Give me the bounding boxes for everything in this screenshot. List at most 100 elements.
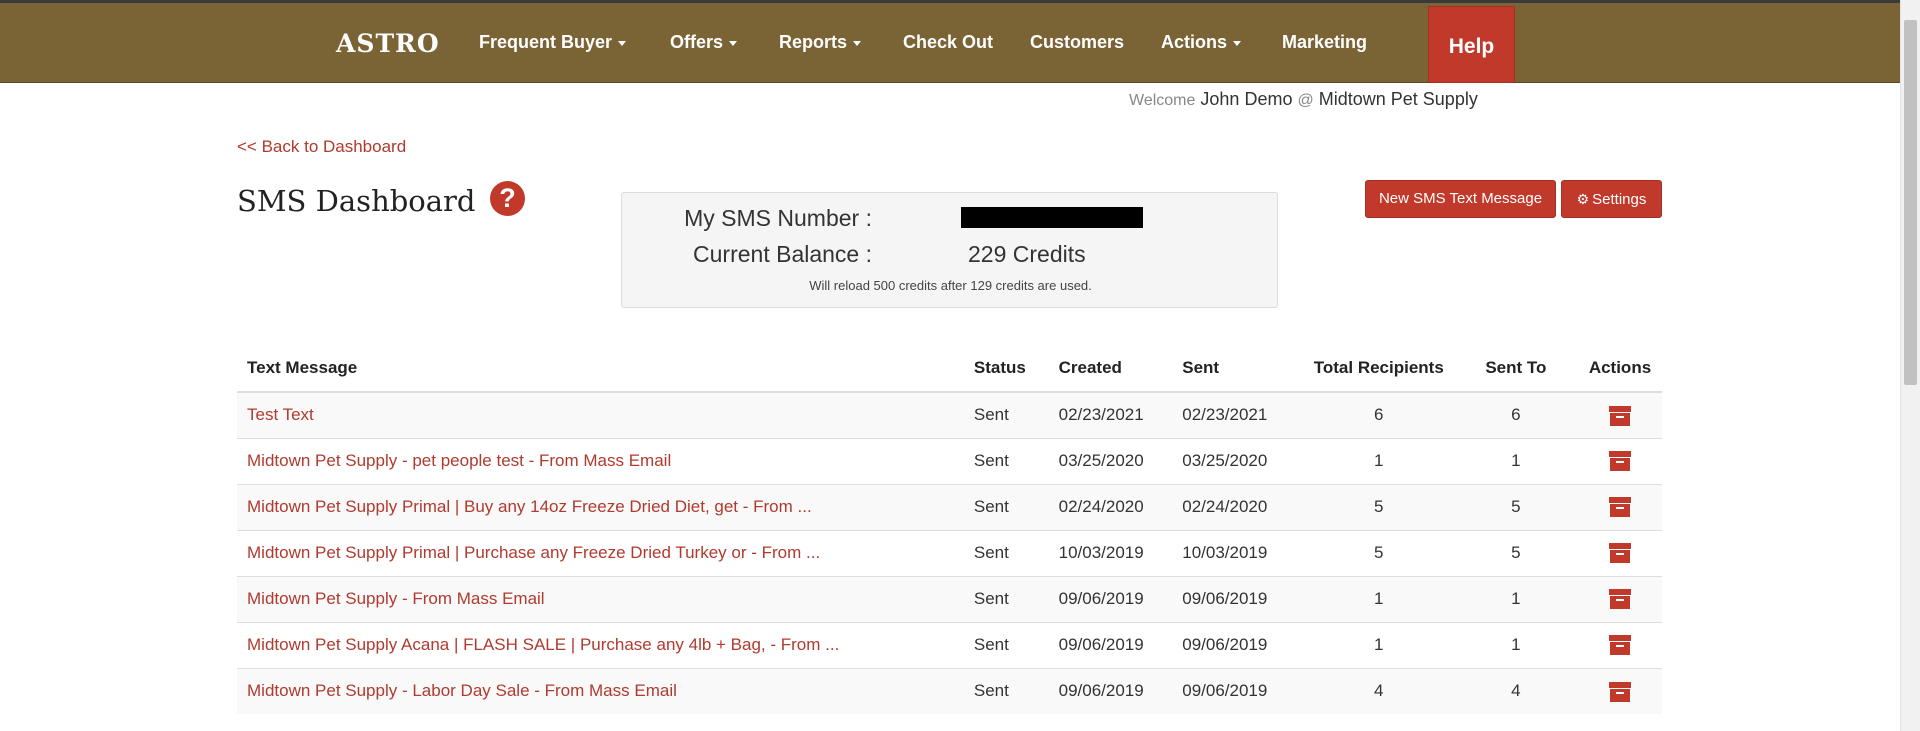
status-cell: Sent	[973, 635, 1009, 654]
header-total-recipients[interactable]: Total Recipients	[1303, 345, 1454, 393]
message-cell: Midtown Pet Supply - Labor Day Sale - Fr…	[237, 667, 964, 714]
message-link[interactable]: Midtown Pet Supply - Labor Day Sale - Fr…	[247, 681, 677, 700]
sent-cell: 02/23/2021	[1172, 391, 1304, 438]
header-actions: Actions	[1577, 345, 1662, 393]
welcome-user: John Demo	[1200, 89, 1293, 109]
welcome-at: @	[1297, 92, 1314, 109]
sent-cell: 10/03/2019	[1182, 543, 1268, 562]
caret-down-icon	[729, 40, 738, 46]
sent-cell: 10/03/2019	[1172, 529, 1304, 576]
header-created[interactable]: Created	[1048, 345, 1173, 393]
table-row: Midtown Pet Supply Acana | FLASH SALE | …	[237, 621, 1662, 668]
sent-to-cell: 5	[1511, 497, 1521, 516]
header-sent-to[interactable]: Sent To	[1453, 345, 1578, 393]
table-row: Midtown Pet Supply Primal | Buy any 14oz…	[237, 483, 1662, 530]
table-row: Midtown Pet Supply - From Mass Email Sent…	[237, 575, 1662, 622]
top-navbar: ASTRO Frequent Buyer Offers Reports Chec…	[0, 3, 1900, 83]
total-recipients-cell: 1	[1374, 635, 1384, 654]
message-cell: Midtown Pet Supply Acana | FLASH SALE | …	[237, 621, 964, 668]
actions-cell	[1577, 621, 1662, 668]
archive-icon[interactable]	[1608, 497, 1631, 518]
nav-actions-label: Actions	[1161, 32, 1228, 52]
back-to-dashboard-link[interactable]: << Back to Dashboard	[237, 137, 406, 157]
table-header-row: Text Message Status Created Sent Total R…	[237, 345, 1662, 393]
header-status[interactable]: Status	[963, 345, 1049, 393]
actions-cell	[1577, 575, 1662, 622]
sent-to-cell: 4	[1453, 667, 1578, 714]
status-cell: Sent	[963, 529, 1049, 576]
sent-cell: 09/06/2019	[1182, 589, 1268, 608]
welcome-store: Midtown Pet Supply	[1318, 89, 1478, 109]
sent-to-cell: 4	[1511, 681, 1521, 701]
archive-icon[interactable]	[1608, 681, 1631, 702]
sent-cell: 03/25/2020	[1172, 437, 1304, 484]
created-cell: 02/23/2021	[1058, 405, 1144, 425]
nav-reports[interactable]: Reports	[779, 32, 862, 53]
archive-icon[interactable]	[1608, 635, 1631, 656]
table-row: Midtown Pet Supply Primal | Purchase any…	[237, 529, 1662, 576]
status-cell: Sent	[963, 621, 1049, 668]
reload-note: Will reload 500 credits after 129 credit…	[809, 278, 1092, 293]
total-recipients-cell: 4	[1374, 681, 1384, 701]
status-cell: Sent	[963, 391, 1049, 438]
message-link[interactable]: Midtown Pet Supply - From Mass Email	[247, 589, 545, 608]
nav-marketing[interactable]: Marketing	[1282, 32, 1367, 53]
settings-button[interactable]: ⚙ Settings	[1561, 180, 1662, 218]
nav-customers[interactable]: Customers	[1030, 32, 1124, 53]
total-recipients-cell: 5	[1374, 543, 1384, 562]
scrollbar-thumb[interactable]	[1904, 20, 1917, 385]
created-cell: 09/06/2019	[1048, 575, 1173, 622]
created-cell: 09/06/2019	[1058, 589, 1144, 608]
message-link[interactable]: Midtown Pet Supply - pet people test - F…	[247, 451, 671, 470]
sms-balance-panel: My SMS Number : Current Balance : 229 Cr…	[621, 192, 1278, 308]
sent-cell: 02/24/2020	[1182, 497, 1268, 516]
created-cell: 09/06/2019	[1048, 621, 1173, 668]
status-cell: Sent	[963, 437, 1049, 484]
sent-to-cell: 1	[1453, 437, 1578, 484]
sms-table-body: Test Text Sent 02/23/2021 02/23/2021 6 6 Midto…	[237, 391, 1662, 714]
brand-logo[interactable]: ASTRO	[336, 29, 440, 58]
sms-number-label: My SMS Number :	[684, 205, 872, 231]
help-button[interactable]: Help	[1428, 6, 1515, 83]
new-sms-button[interactable]: New SMS Text Message	[1365, 180, 1556, 218]
archive-icon[interactable]	[1608, 589, 1631, 610]
message-cell: Test Text	[237, 391, 964, 438]
status-cell: Sent	[973, 543, 1009, 562]
archive-icon[interactable]	[1608, 543, 1631, 564]
total-recipients-cell: 5	[1303, 483, 1454, 530]
message-link[interactable]: Midtown Pet Supply Primal | Buy any 14oz…	[247, 497, 812, 516]
nav-frequent-buyer[interactable]: Frequent Buyer	[479, 32, 627, 53]
caret-down-icon	[1233, 40, 1242, 46]
sent-to-cell: 1	[1511, 589, 1521, 608]
question-circle-icon[interactable]: ?	[490, 181, 525, 216]
sent-to-cell: 1	[1453, 575, 1578, 622]
created-cell: 02/24/2020	[1048, 483, 1173, 530]
created-cell: 03/25/2020	[1058, 451, 1144, 470]
nav-actions[interactable]: Actions	[1161, 32, 1242, 53]
nav-marketing-label: Marketing	[1282, 32, 1368, 52]
sent-cell: 03/25/2020	[1182, 451, 1268, 470]
message-link[interactable]: Midtown Pet Supply Acana | FLASH SALE | …	[247, 635, 839, 654]
total-recipients-cell: 1	[1303, 437, 1454, 484]
vertical-scrollbar[interactable]	[1900, 0, 1920, 731]
message-cell: Midtown Pet Supply Primal | Purchase any…	[237, 529, 964, 576]
nav-check-out-label: Check Out	[903, 32, 994, 52]
nav-check-out[interactable]: Check Out	[903, 32, 993, 53]
header-sent[interactable]: Sent	[1172, 345, 1304, 393]
welcome-prefix: Welcome	[1129, 92, 1196, 109]
status-cell: Sent	[973, 405, 1009, 425]
header-text-message[interactable]: Text Message	[237, 345, 964, 393]
archive-icon[interactable]	[1608, 451, 1631, 472]
sms-messages-table: Text Message Status Created Sent Total R…	[237, 345, 1662, 714]
sent-to-cell: 5	[1453, 483, 1578, 530]
total-recipients-cell: 4	[1303, 667, 1454, 714]
message-link[interactable]: Test Text	[247, 405, 314, 424]
archive-icon[interactable]	[1608, 405, 1631, 426]
sent-to-cell: 1	[1453, 621, 1578, 668]
nav-offers[interactable]: Offers	[670, 32, 738, 53]
table-row: Midtown Pet Supply - pet people test - F…	[237, 437, 1662, 484]
status-cell: Sent	[973, 497, 1009, 516]
total-recipients-cell: 5	[1374, 497, 1384, 516]
message-link[interactable]: Midtown Pet Supply Primal | Purchase any…	[247, 543, 820, 562]
sent-cell: 09/06/2019	[1172, 621, 1304, 668]
